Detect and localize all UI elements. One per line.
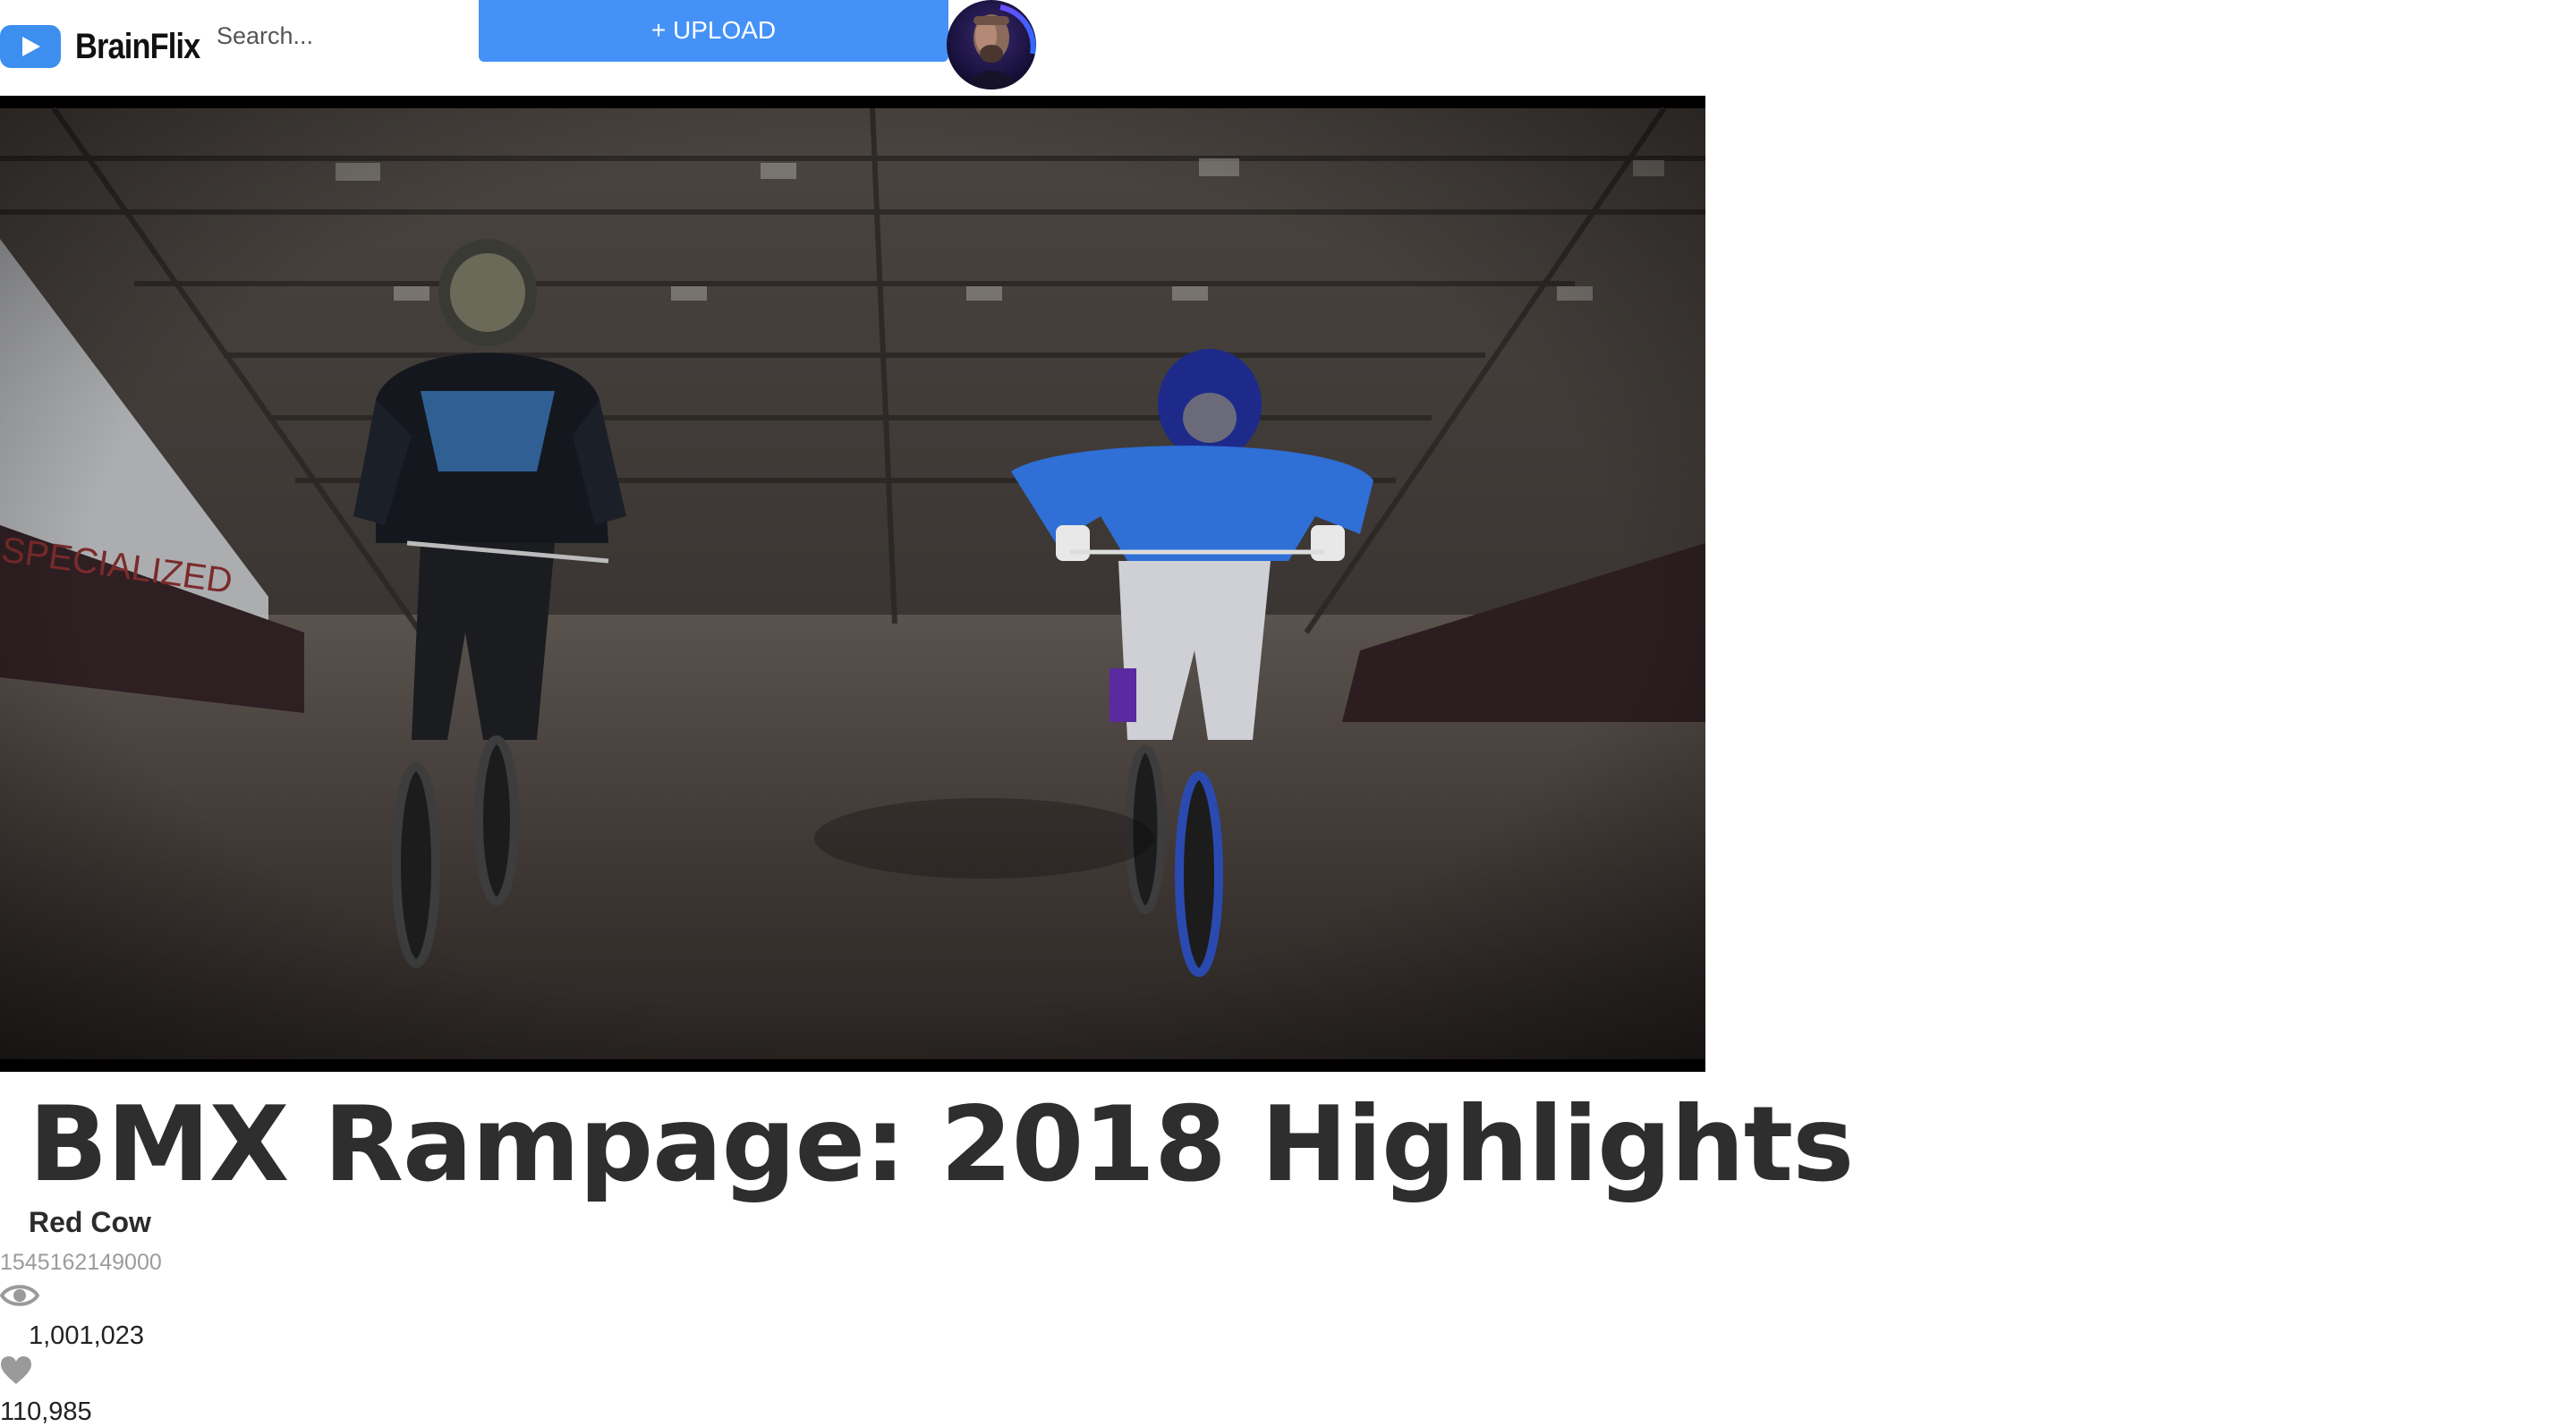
view-count: 1,001,023 (29, 1321, 145, 1350)
heart-icon[interactable] (0, 1355, 32, 1386)
eye-icon (0, 1285, 39, 1306)
avatar[interactable] (947, 0, 1036, 89)
play-icon (0, 25, 61, 68)
video-poster-image: SPECIALIZED (0, 106, 1705, 1059)
upload-button[interactable]: + UPLOAD (479, 0, 948, 62)
like-count: 110,985 (0, 1397, 92, 1426)
upload-timestamp: 1545162149000 (0, 1250, 162, 1275)
channel-name[interactable]: Red Cow (29, 1206, 151, 1239)
brand-name: BrainFlix (75, 26, 200, 66)
site-header: BrainFlix + UPLOAD (0, 0, 1038, 89)
video-player[interactable]: SPECIALIZED (0, 96, 1705, 1072)
video-title: BMX Rampage: 2018 Highlights (29, 1084, 1854, 1205)
search-input[interactable] (217, 16, 467, 55)
brand-logo[interactable]: BrainFlix (0, 25, 220, 68)
